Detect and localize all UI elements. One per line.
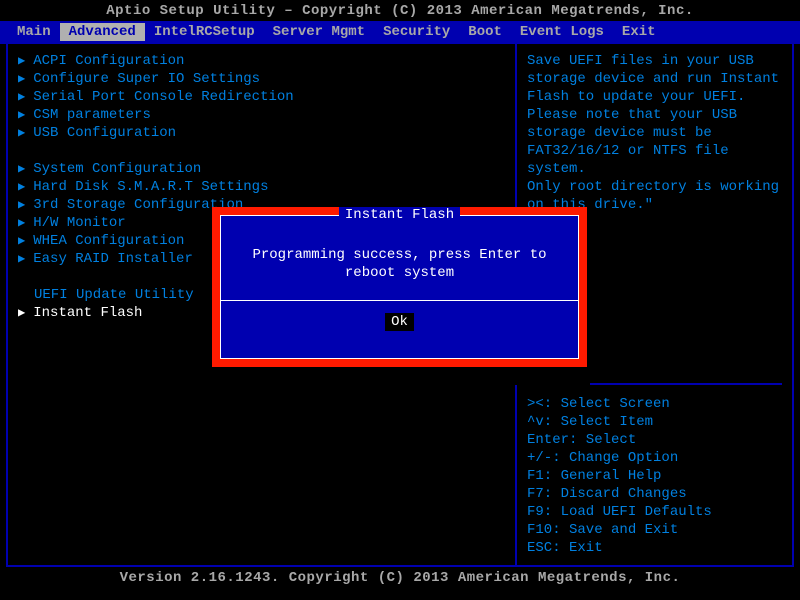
version-text: Version 2.16.1243. Copyright (C) 2013 Am… bbox=[120, 570, 681, 586]
dialog-body: Programming success, press Enter to rebo… bbox=[221, 232, 578, 282]
submenu-icon: ▶ bbox=[18, 304, 25, 322]
submenu-icon: ▶ bbox=[18, 214, 25, 232]
submenu-icon: ▶ bbox=[18, 124, 25, 142]
title-bar: Aptio Setup Utility – Copyright (C) 2013… bbox=[0, 0, 800, 21]
menu-item[interactable]: ▶System Configuration bbox=[18, 160, 505, 178]
dialog: Instant Flash Programming success, press… bbox=[220, 215, 579, 359]
submenu-icon: ▶ bbox=[18, 178, 25, 196]
menu-item[interactable]: ▶Configure Super IO Settings bbox=[18, 70, 505, 88]
tab-security[interactable]: Security bbox=[374, 23, 459, 41]
menu-item[interactable]: ▶CSM parameters bbox=[18, 106, 505, 124]
tab-boot[interactable]: Boot bbox=[459, 23, 511, 41]
dialog-buttons: Ok bbox=[221, 301, 578, 331]
dialog-message-line: reboot system bbox=[231, 264, 568, 282]
help-text: Save UEFI files in your USB storage devi… bbox=[527, 52, 782, 214]
tab-server-mgmt[interactable]: Server Mgmt bbox=[264, 23, 374, 41]
dialog-message-line: Programming success, press Enter to bbox=[231, 246, 568, 264]
tab-exit[interactable]: Exit bbox=[613, 23, 665, 41]
submenu-icon: ▶ bbox=[18, 106, 25, 124]
submenu-icon: ▶ bbox=[18, 250, 25, 268]
app-title: Aptio Setup Utility – Copyright (C) 2013… bbox=[106, 3, 694, 19]
submenu-icon: ▶ bbox=[18, 160, 25, 178]
submenu-icon: ▶ bbox=[18, 196, 25, 214]
menu-item[interactable]: ▶USB Configuration bbox=[18, 124, 505, 142]
tab-bar: Main Advanced IntelRCSetup Server Mgmt S… bbox=[0, 21, 800, 44]
dialog-title: Instant Flash bbox=[339, 207, 460, 223]
tab-advanced[interactable]: Advanced bbox=[60, 23, 145, 41]
menu-item[interactable]: ▶ACPI Configuration bbox=[18, 52, 505, 70]
submenu-icon: ▶ bbox=[18, 52, 25, 70]
submenu-icon: ▶ bbox=[18, 232, 25, 250]
tab-intelrcsetup[interactable]: IntelRCSetup bbox=[145, 23, 264, 41]
tab-main[interactable]: Main bbox=[8, 23, 60, 41]
ok-button[interactable]: Ok bbox=[385, 313, 414, 331]
menu-item[interactable]: ▶Hard Disk S.M.A.R.T Settings bbox=[18, 178, 505, 196]
menu-item[interactable]: ▶Serial Port Console Redirection bbox=[18, 88, 505, 106]
submenu-icon: ▶ bbox=[18, 88, 25, 106]
tab-event-logs[interactable]: Event Logs bbox=[511, 23, 613, 41]
submenu-icon: ▶ bbox=[18, 70, 25, 88]
key-hints: ><: Select Screen ^v: Select Item Enter:… bbox=[527, 383, 782, 557]
footer-bar: Version 2.16.1243. Copyright (C) 2013 Am… bbox=[0, 567, 800, 588]
